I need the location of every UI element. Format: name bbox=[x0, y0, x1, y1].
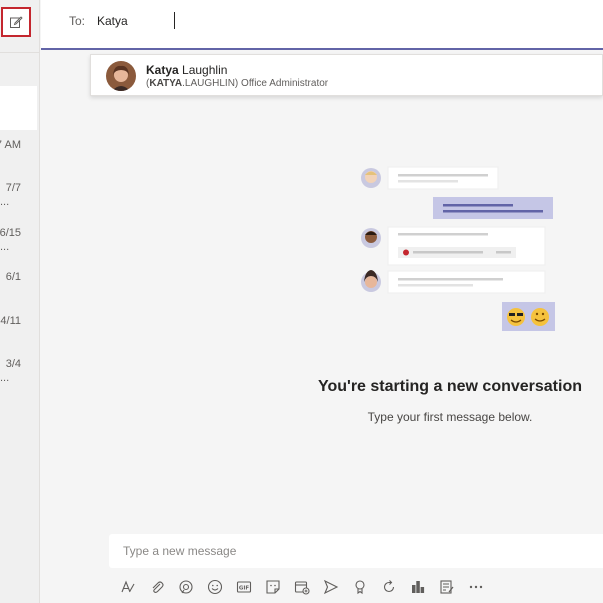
chat-item-preview: ... bbox=[0, 372, 10, 384]
more-icon bbox=[469, 585, 482, 589]
more-options-button[interactable] bbox=[461, 576, 490, 598]
format-button[interactable] bbox=[113, 576, 142, 598]
gif-button[interactable]: GIF bbox=[229, 576, 258, 598]
praise-icon bbox=[354, 580, 365, 595]
polls-button[interactable] bbox=[403, 576, 432, 598]
text-caret bbox=[174, 12, 175, 29]
conversation-illustration bbox=[361, 166, 555, 331]
chat-list-sidebar: 7 AM 7/7 ... 6/15 ... 6/1 4/11 3/4 ... bbox=[0, 0, 40, 603]
send-play-icon bbox=[323, 579, 338, 595]
gif-icon: GIF bbox=[236, 581, 251, 593]
paperclip-icon bbox=[152, 581, 164, 593]
praise-button[interactable] bbox=[345, 576, 374, 598]
new-chat-button[interactable] bbox=[1, 7, 31, 37]
header-accent-line bbox=[41, 48, 603, 50]
chat-item-preview: ... bbox=[0, 196, 10, 208]
compose-box bbox=[109, 534, 603, 568]
poll-icon bbox=[411, 581, 424, 593]
loop-button[interactable] bbox=[171, 576, 200, 598]
refresh-icon bbox=[383, 580, 394, 593]
emoji-button[interactable] bbox=[200, 576, 229, 598]
chat-item-time[interactable]: 3/4 bbox=[6, 358, 21, 370]
suggestion-name: Katya Laughlin bbox=[146, 63, 228, 77]
chat-item-preview: ... bbox=[0, 241, 10, 253]
new-conversation-subtitle: Type your first message below. bbox=[367, 410, 533, 424]
chat-item-time[interactable]: 7/7 bbox=[6, 182, 21, 194]
updates-button[interactable] bbox=[374, 576, 403, 598]
recipient-input[interactable] bbox=[97, 10, 497, 32]
avatar bbox=[106, 61, 136, 91]
sidebar-selected-item[interactable] bbox=[0, 86, 37, 130]
new-conversation-title: You're starting a new conversation bbox=[317, 378, 582, 395]
suggestion-details: (KATYA.LAUGHLIN) Office Administrator bbox=[146, 78, 329, 89]
chat-item-time[interactable]: 7 AM bbox=[0, 139, 21, 151]
chat-item-time[interactable]: 4/11 bbox=[0, 315, 21, 327]
compose-toolbar: GIF bbox=[113, 576, 490, 598]
emoji-icon bbox=[207, 579, 222, 595]
to-label: To: bbox=[69, 14, 86, 28]
message-input[interactable] bbox=[123, 543, 583, 559]
form-icon bbox=[439, 580, 453, 594]
sticker-icon bbox=[265, 580, 280, 594]
svg-text:GIF: GIF bbox=[238, 586, 249, 592]
format-icon bbox=[120, 580, 134, 593]
calendar-icon bbox=[294, 581, 310, 595]
forms-button[interactable] bbox=[432, 576, 461, 598]
sticker-button[interactable] bbox=[258, 576, 287, 598]
schedule-meeting-button[interactable] bbox=[287, 576, 316, 598]
stream-button[interactable] bbox=[316, 576, 345, 598]
chat-header: To: bbox=[41, 0, 603, 50]
compose-icon bbox=[10, 16, 23, 28]
recipient-suggestion[interactable]: Katya Laughlin (KATYA.LAUGHLIN) Office A… bbox=[90, 54, 603, 96]
sidebar-divider bbox=[0, 52, 40, 53]
loop-icon bbox=[178, 580, 193, 594]
chat-item-time[interactable]: 6/15 bbox=[0, 227, 21, 239]
attach-button[interactable] bbox=[142, 576, 171, 598]
chat-item-time[interactable]: 6/1 bbox=[6, 271, 21, 283]
